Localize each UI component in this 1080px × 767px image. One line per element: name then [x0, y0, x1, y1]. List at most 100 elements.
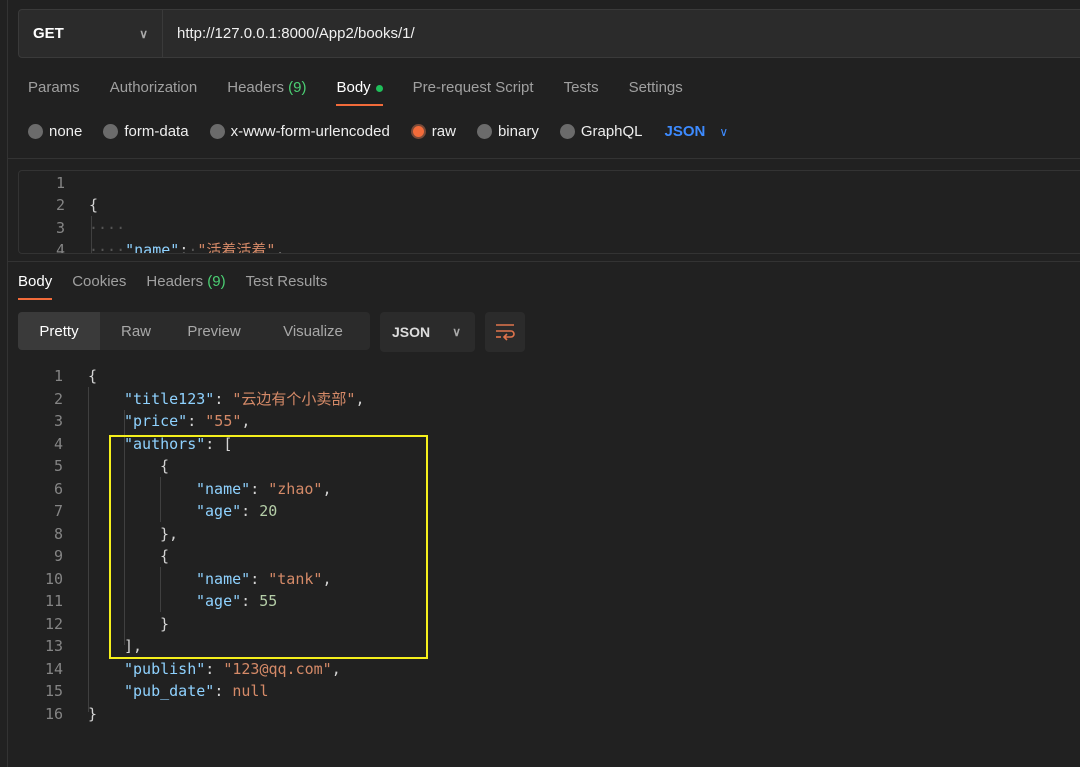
line-number: 3 [53, 412, 63, 430]
modified-dot-icon [375, 84, 383, 92]
line-number: 8 [53, 524, 63, 543]
line-number: 5 [53, 457, 63, 475]
code-token: "publish" [124, 659, 206, 678]
radio-label: binary [497, 123, 539, 140]
tab-authorization[interactable]: Authorization [110, 79, 198, 106]
tab-settings[interactable]: Settings [629, 79, 683, 106]
tab-body[interactable]: Body [336, 79, 383, 106]
code-line: "publish": "123@qq.com", [124, 658, 341, 681]
chevron-down-icon: ∨ [452, 325, 461, 339]
tab-count: (9) [288, 79, 307, 96]
line-number: 12 [44, 614, 63, 633]
format-label: JSON [392, 324, 431, 340]
code-token: "title123" [124, 389, 215, 408]
response-tabs: Body Cookies Headers (9) Test Results [18, 273, 327, 300]
code-token: "活着活着" [197, 241, 276, 254]
view-mode-pretty[interactable]: Pretty [18, 312, 100, 350]
code-line: { [88, 365, 97, 388]
response-tab-headers[interactable]: Headers (9) [146, 273, 225, 300]
response-tab-body[interactable]: Body [18, 273, 53, 300]
radio-circle-icon [410, 124, 426, 139]
radio-label: raw [431, 123, 456, 140]
wrap-lines-icon [496, 324, 515, 341]
wrap-lines-button[interactable] [485, 312, 525, 352]
line-number: 9 [53, 547, 63, 565]
body-type-radios: none form-data x-www-form-urlencoded raw bin… [28, 123, 728, 140]
code-token: { [89, 196, 99, 214]
tab-label: Headers [146, 273, 204, 290]
response-format-select[interactable]: JSON ∨ [380, 312, 475, 352]
line-number: 13 [44, 637, 63, 655]
view-mode-segmented: Pretty Raw Preview Visualize [18, 312, 370, 350]
code-line: "price": "55", [124, 410, 250, 433]
radio-GraphQL[interactable]: GraphQL [559, 123, 643, 140]
tab-pre-request-script[interactable]: Pre-request Script [413, 79, 534, 106]
view-mode-preview[interactable]: Preview [172, 312, 256, 350]
highlight-box [109, 435, 428, 659]
code-line: ····"name":·"活着活着", [89, 239, 285, 254]
line-number: 4 [55, 241, 65, 254]
line-number: 11 [44, 592, 63, 610]
line-number: 10 [44, 569, 63, 588]
code-token: ···· [89, 218, 126, 237]
sidebar-divider [7, 0, 8, 767]
method-select[interactable]: GET ∨ [19, 10, 163, 57]
chevron-down-icon: ∨ [139, 26, 148, 41]
url-input[interactable]: http://127.0.0.1:8000/App2/books/1/ [163, 25, 415, 42]
line-number: 3 [55, 218, 65, 237]
line-number: 15 [44, 682, 63, 700]
line-number: 16 [44, 704, 63, 723]
line-number: 7 [53, 502, 63, 520]
radio-x-www-form-urlencoded[interactable]: x-www-form-urlencoded [209, 123, 390, 140]
code-token: null [232, 682, 269, 700]
tab-label: Headers [227, 79, 284, 96]
view-mode-raw[interactable]: Raw [100, 312, 172, 350]
response-tab-test-results[interactable]: Test Results [246, 273, 328, 300]
line-number: 2 [53, 389, 63, 408]
tab-count: (9) [207, 273, 226, 290]
code-token: : [214, 682, 233, 700]
divider [7, 261, 1080, 262]
body-format-select[interactable]: JSON [665, 123, 706, 140]
indent-guide [91, 216, 92, 253]
radio-circle-icon [209, 124, 225, 139]
request-url-bar: GET ∨ http://127.0.0.1:8000/App2/books/1/ [18, 9, 1080, 58]
code-token: : [187, 412, 206, 430]
code-line: "pub_date": null [124, 680, 269, 703]
request-body-editor[interactable]: 1 2 {3 ···· 4 ····"name":·"活着活着", [18, 170, 1080, 254]
radio-label: form-data [124, 123, 189, 140]
tab-tests[interactable]: Tests [564, 79, 599, 106]
radio-form-data[interactable]: form-data [103, 123, 189, 140]
radio-label: x-www-form-urlencoded [230, 123, 390, 140]
code-token: { [88, 367, 98, 385]
method-label: GET [33, 25, 64, 42]
chevron-down-icon[interactable]: ∨ [719, 125, 728, 139]
tab-label: Body [336, 79, 371, 96]
tab-label: Params [28, 79, 80, 96]
view-mode-visualize[interactable]: Visualize [256, 312, 370, 350]
code-token: , [275, 241, 285, 254]
code-token: "123@qq.com" [223, 659, 332, 678]
tab-label: Tests [563, 79, 599, 96]
radio-circle-icon [103, 124, 119, 139]
radio-circle-icon [559, 124, 575, 139]
tab-label: Settings [628, 79, 683, 96]
code-line: ···· [89, 217, 125, 240]
code-token: : [214, 389, 233, 408]
line-number: 6 [53, 479, 63, 498]
tab-label: Cookies [72, 273, 127, 290]
request-tabs: Params Authorization Headers (9) Body Pre-re… [28, 79, 683, 106]
code-token: , [241, 412, 251, 430]
code-token: } [88, 704, 98, 723]
radio-circle-icon [476, 124, 492, 139]
line-number: 1 [53, 367, 63, 385]
radio-none[interactable]: none [28, 123, 82, 140]
radio-binary[interactable]: binary [476, 123, 539, 140]
response-tab-cookies[interactable]: Cookies [72, 273, 126, 300]
tab-headers[interactable]: Headers (9) [227, 79, 306, 106]
code-token: "云边有个小卖部" [232, 389, 356, 408]
radio-raw[interactable]: raw [410, 123, 456, 140]
tab-params[interactable]: Params [28, 79, 80, 106]
radio-label: none [49, 123, 83, 140]
code-token: "name" [125, 241, 180, 254]
